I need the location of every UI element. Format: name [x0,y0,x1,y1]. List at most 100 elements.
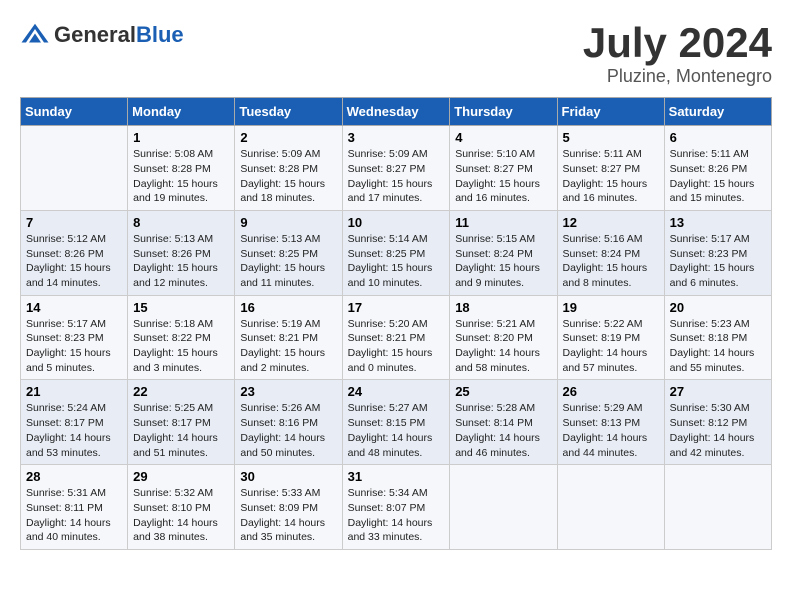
weekday-header-friday: Friday [557,98,664,126]
calendar-cell: 8 Sunrise: 5:13 AM Sunset: 8:26 PM Daylig… [128,210,235,295]
calendar-cell: 21 Sunrise: 5:24 AM Sunset: 8:17 PM Dayli… [21,380,128,465]
weekday-header-saturday: Saturday [664,98,771,126]
cell-details: Sunrise: 5:29 AM Sunset: 8:13 PM Dayligh… [563,401,659,460]
calendar-cell: 10 Sunrise: 5:14 AM Sunset: 8:25 PM Dayli… [342,210,450,295]
day-number: 13 [670,215,766,230]
day-number: 20 [670,300,766,315]
cell-details: Sunrise: 5:28 AM Sunset: 8:14 PM Dayligh… [455,401,551,460]
day-number: 16 [240,300,336,315]
cell-details: Sunrise: 5:08 AM Sunset: 8:28 PM Dayligh… [133,147,229,206]
week-row-3: 14 Sunrise: 5:17 AM Sunset: 8:23 PM Dayli… [21,295,772,380]
cell-details: Sunrise: 5:13 AM Sunset: 8:26 PM Dayligh… [133,232,229,291]
header: GeneralBlue July 2024 Pluzine, Montenegr… [20,20,772,87]
calendar-cell: 15 Sunrise: 5:18 AM Sunset: 8:22 PM Dayli… [128,295,235,380]
day-number: 27 [670,384,766,399]
calendar-cell: 30 Sunrise: 5:33 AM Sunset: 8:09 PM Dayli… [235,465,342,550]
cell-details: Sunrise: 5:17 AM Sunset: 8:23 PM Dayligh… [670,232,766,291]
calendar-cell: 23 Sunrise: 5:26 AM Sunset: 8:16 PM Dayli… [235,380,342,465]
day-number: 24 [348,384,445,399]
day-number: 23 [240,384,336,399]
calendar-cell [450,465,557,550]
weekday-header-row: SundayMondayTuesdayWednesdayThursdayFrid… [21,98,772,126]
calendar-cell: 11 Sunrise: 5:15 AM Sunset: 8:24 PM Dayli… [450,210,557,295]
day-number: 1 [133,130,229,145]
day-number: 15 [133,300,229,315]
calendar-cell: 17 Sunrise: 5:20 AM Sunset: 8:21 PM Dayli… [342,295,450,380]
day-number: 19 [563,300,659,315]
calendar-cell: 31 Sunrise: 5:34 AM Sunset: 8:07 PM Dayli… [342,465,450,550]
cell-details: Sunrise: 5:25 AM Sunset: 8:17 PM Dayligh… [133,401,229,460]
calendar-cell [664,465,771,550]
day-number: 14 [26,300,122,315]
day-number: 10 [348,215,445,230]
cell-details: Sunrise: 5:11 AM Sunset: 8:27 PM Dayligh… [563,147,659,206]
cell-details: Sunrise: 5:11 AM Sunset: 8:26 PM Dayligh… [670,147,766,206]
day-number: 28 [26,469,122,484]
cell-details: Sunrise: 5:24 AM Sunset: 8:17 PM Dayligh… [26,401,122,460]
cell-details: Sunrise: 5:12 AM Sunset: 8:26 PM Dayligh… [26,232,122,291]
cell-details: Sunrise: 5:22 AM Sunset: 8:19 PM Dayligh… [563,317,659,376]
calendar-cell: 26 Sunrise: 5:29 AM Sunset: 8:13 PM Dayli… [557,380,664,465]
calendar-cell: 29Sunrise: 5:32 AM Sunset: 8:10 PM Dayli… [128,465,235,550]
calendar-cell: 24 Sunrise: 5:27 AM Sunset: 8:15 PM Dayli… [342,380,450,465]
title-area: July 2024 Pluzine, Montenegro [583,20,772,87]
weekday-header-thursday: Thursday [450,98,557,126]
cell-details: Sunrise: 5:33 AM Sunset: 8:09 PM Dayligh… [240,486,336,545]
cell-details: Sunrise: 5:20 AM Sunset: 8:21 PM Dayligh… [348,317,445,376]
calendar-cell: 25Sunrise: 5:28 AM Sunset: 8:14 PM Dayli… [450,380,557,465]
day-number: 2 [240,130,336,145]
cell-details: Sunrise: 5:30 AM Sunset: 8:12 PM Dayligh… [670,401,766,460]
calendar-cell: 1 Sunrise: 5:08 AM Sunset: 8:28 PM Daylig… [128,126,235,211]
calendar-cell: 18Sunrise: 5:21 AM Sunset: 8:20 PM Dayli… [450,295,557,380]
cell-details: Sunrise: 5:13 AM Sunset: 8:25 PM Dayligh… [240,232,336,291]
cell-details: Sunrise: 5:09 AM Sunset: 8:27 PM Dayligh… [348,147,445,206]
calendar-cell: 3Sunrise: 5:09 AM Sunset: 8:27 PM Daylig… [342,126,450,211]
day-number: 17 [348,300,445,315]
calendar-table: SundayMondayTuesdayWednesdayThursdayFrid… [20,97,772,550]
calendar-cell: 22Sunrise: 5:25 AM Sunset: 8:17 PM Dayli… [128,380,235,465]
logo: GeneralBlue [20,20,184,50]
day-number: 21 [26,384,122,399]
calendar-cell: 20 Sunrise: 5:23 AM Sunset: 8:18 PM Dayli… [664,295,771,380]
calendar-cell: 2Sunrise: 5:09 AM Sunset: 8:28 PM Daylig… [235,126,342,211]
cell-details: Sunrise: 5:17 AM Sunset: 8:23 PM Dayligh… [26,317,122,376]
cell-details: Sunrise: 5:32 AM Sunset: 8:10 PM Dayligh… [133,486,229,545]
day-number: 30 [240,469,336,484]
day-number: 31 [348,469,445,484]
cell-details: Sunrise: 5:16 AM Sunset: 8:24 PM Dayligh… [563,232,659,291]
calendar-cell: 9 Sunrise: 5:13 AM Sunset: 8:25 PM Daylig… [235,210,342,295]
week-row-4: 21 Sunrise: 5:24 AM Sunset: 8:17 PM Dayli… [21,380,772,465]
day-number: 26 [563,384,659,399]
day-number: 4 [455,130,551,145]
week-row-2: 7Sunrise: 5:12 AM Sunset: 8:26 PM Daylig… [21,210,772,295]
calendar-cell: 6Sunrise: 5:11 AM Sunset: 8:26 PM Daylig… [664,126,771,211]
cell-details: Sunrise: 5:31 AM Sunset: 8:11 PM Dayligh… [26,486,122,545]
weekday-header-wednesday: Wednesday [342,98,450,126]
day-number: 5 [563,130,659,145]
cell-details: Sunrise: 5:27 AM Sunset: 8:15 PM Dayligh… [348,401,445,460]
month-title: July 2024 [583,20,772,66]
weekday-header-monday: Monday [128,98,235,126]
location-title: Pluzine, Montenegro [583,66,772,87]
cell-details: Sunrise: 5:14 AM Sunset: 8:25 PM Dayligh… [348,232,445,291]
day-number: 12 [563,215,659,230]
calendar-cell: 16Sunrise: 5:19 AM Sunset: 8:21 PM Dayli… [235,295,342,380]
week-row-5: 28 Sunrise: 5:31 AM Sunset: 8:11 PM Dayli… [21,465,772,550]
cell-details: Sunrise: 5:18 AM Sunset: 8:22 PM Dayligh… [133,317,229,376]
cell-details: Sunrise: 5:23 AM Sunset: 8:18 PM Dayligh… [670,317,766,376]
cell-details: Sunrise: 5:34 AM Sunset: 8:07 PM Dayligh… [348,486,445,545]
cell-details: Sunrise: 5:15 AM Sunset: 8:24 PM Dayligh… [455,232,551,291]
cell-details: Sunrise: 5:26 AM Sunset: 8:16 PM Dayligh… [240,401,336,460]
logo-icon [20,20,50,50]
calendar-cell: 5 Sunrise: 5:11 AM Sunset: 8:27 PM Daylig… [557,126,664,211]
calendar-cell [557,465,664,550]
logo-text-general: General [54,22,136,47]
day-number: 11 [455,215,551,230]
day-number: 9 [240,215,336,230]
week-row-1: 1 Sunrise: 5:08 AM Sunset: 8:28 PM Daylig… [21,126,772,211]
weekday-header-sunday: Sunday [21,98,128,126]
day-number: 8 [133,215,229,230]
calendar-cell: 19 Sunrise: 5:22 AM Sunset: 8:19 PM Dayli… [557,295,664,380]
day-number: 18 [455,300,551,315]
calendar-cell: 13 Sunrise: 5:17 AM Sunset: 8:23 PM Dayli… [664,210,771,295]
